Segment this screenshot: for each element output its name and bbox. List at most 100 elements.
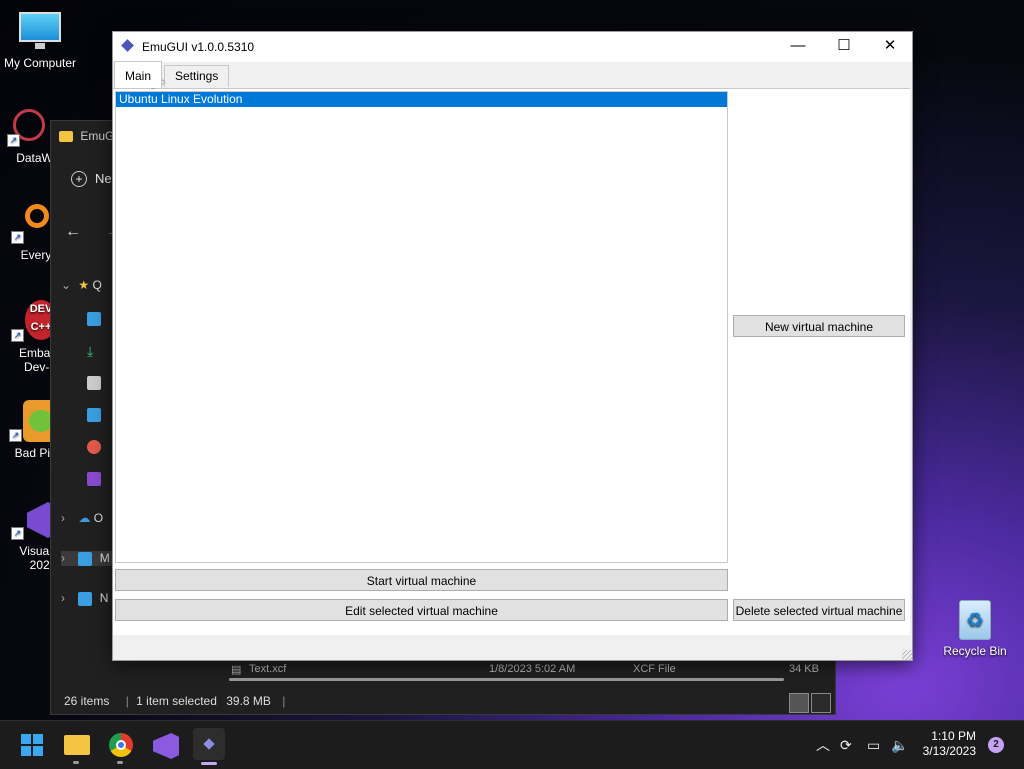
desktop-icon-recycle-bin[interactable]: ♻ Recycle Bin bbox=[935, 598, 1015, 658]
windows-logo-icon bbox=[21, 734, 43, 756]
sidebar-item-desktop[interactable] bbox=[87, 311, 105, 326]
sidebar-item-label: O bbox=[93, 511, 104, 525]
explorer-new-button[interactable]: + Ne bbox=[71, 171, 112, 187]
minimize-icon: — bbox=[790, 37, 806, 54]
recycle-bin-icon: ♻ bbox=[954, 598, 996, 640]
file-type: XCF File bbox=[633, 663, 676, 675]
sidebar-item-videos[interactable] bbox=[87, 471, 105, 486]
chevron-right-icon: › bbox=[61, 511, 65, 525]
maximize-button[interactable]: ☐ bbox=[821, 32, 867, 62]
file-icon: ▤ bbox=[231, 664, 242, 676]
explorer-tab-title[interactable]: EmuG bbox=[59, 129, 114, 143]
shortcut-arrow-icon: ↗ bbox=[11, 527, 24, 540]
folder-icon bbox=[64, 735, 90, 755]
show-hidden-icons[interactable]: ︿ bbox=[816, 721, 830, 769]
shortcut-arrow-icon: ↗ bbox=[9, 429, 22, 442]
computer-icon bbox=[78, 551, 93, 566]
running-indicator bbox=[73, 761, 79, 764]
running-indicator bbox=[117, 761, 123, 764]
devcpp-icon: DEV C++ ↗ bbox=[11, 300, 57, 342]
picture-icon bbox=[87, 407, 101, 422]
volume-tray-icon[interactable]: 🔈 bbox=[891, 721, 908, 769]
document-icon bbox=[87, 375, 101, 390]
monitor-icon bbox=[19, 10, 61, 52]
explorer-status-bar: 26 items | 1 item selected 39.8 MB | bbox=[51, 691, 835, 713]
close-button[interactable]: ✕ bbox=[867, 32, 913, 62]
star-icon: ★ bbox=[78, 278, 90, 292]
desktop-icon-label: Recycle Bin bbox=[943, 644, 1007, 658]
folder-icon bbox=[59, 131, 73, 143]
tiles-view-button[interactable] bbox=[811, 693, 831, 713]
status-selected: 1 item selected bbox=[136, 694, 217, 708]
emugui-window[interactable]: EmuGUI v1.0.0.5310 — ☐ ✕ Main Settings U… bbox=[112, 31, 913, 661]
delete-vm-button[interactable]: Delete selected virtual machine bbox=[733, 599, 905, 621]
sidebar-item-label: Q bbox=[92, 278, 102, 292]
taskbar-emugui[interactable] bbox=[193, 728, 225, 765]
cloud-icon: ☁ bbox=[78, 511, 91, 525]
status-size: 39.8 MB bbox=[226, 694, 271, 708]
visual-studio-icon: ↗ bbox=[11, 498, 57, 540]
sidebar-item-downloads[interactable]: ⤓ bbox=[87, 343, 93, 360]
clock-time: 1:10 PM bbox=[931, 729, 976, 743]
start-vm-button[interactable]: Start virtual machine bbox=[115, 569, 728, 591]
taskbar-file-explorer[interactable] bbox=[60, 728, 92, 764]
bad-piggies-icon: ↗ bbox=[9, 400, 59, 442]
taskbar: ︿ ⟳ ▭ 🔈 1:10 PM 3/13/2023 2 bbox=[0, 720, 1024, 769]
sidebar-item-music[interactable] bbox=[87, 439, 105, 454]
tab-settings[interactable]: Settings bbox=[164, 65, 230, 87]
explorer-new-label: Ne bbox=[95, 171, 112, 186]
status-separator: | bbox=[282, 694, 286, 708]
details-view-button[interactable] bbox=[789, 693, 809, 713]
network-icon: ▭ bbox=[867, 737, 881, 753]
sync-icon: ⟳ bbox=[840, 737, 852, 753]
sidebar-item-network[interactable]: › N bbox=[61, 591, 108, 606]
close-icon: ✕ bbox=[883, 37, 897, 54]
file-size: 34 KB bbox=[789, 663, 819, 675]
shortcut-arrow-icon: ↗ bbox=[11, 231, 24, 244]
shortcut-arrow-icon: ↗ bbox=[11, 329, 24, 342]
clock[interactable]: 1:10 PM 3/13/2023 bbox=[923, 729, 976, 759]
vm-list[interactable]: Ubuntu Linux Evolution bbox=[115, 91, 728, 563]
shortcut-arrow-icon: ↗ bbox=[7, 134, 20, 147]
sync-tray-icon[interactable]: ⟳ bbox=[840, 721, 852, 769]
back-arrow-icon[interactable]: ← bbox=[65, 223, 81, 240]
minimize-button[interactable]: — bbox=[775, 32, 821, 62]
title-bar[interactable]: EmuGUI v1.0.0.5310 — ☐ ✕ bbox=[113, 32, 912, 62]
sidebar-item-pictures[interactable] bbox=[87, 407, 105, 422]
download-icon: ⤓ bbox=[87, 343, 94, 359]
tab-main[interactable]: Main bbox=[114, 61, 163, 88]
start-button[interactable] bbox=[16, 728, 48, 760]
visual-studio-icon bbox=[153, 733, 179, 759]
taskbar-chrome[interactable] bbox=[104, 728, 136, 764]
emugui-icon bbox=[203, 738, 215, 750]
status-separator: | bbox=[125, 694, 129, 708]
edit-vm-button[interactable]: Edit selected virtual machine bbox=[115, 599, 728, 621]
network-tray-icon[interactable]: ▭ bbox=[867, 721, 880, 769]
sidebar-item-label: N bbox=[99, 591, 109, 605]
horizontal-scrollbar[interactable] bbox=[229, 678, 784, 681]
explorer-title-text: EmuG bbox=[80, 129, 115, 143]
clock-date: 3/13/2023 bbox=[922, 744, 976, 758]
maximize-icon: ☐ bbox=[837, 37, 851, 54]
datawag-icon: ↗ bbox=[7, 105, 49, 147]
sidebar-item-onedrive[interactable]: › ☁ O bbox=[61, 511, 103, 525]
desktop-icon-my-computer[interactable]: My Computer bbox=[0, 10, 80, 70]
search-magnifier-icon: ↗ bbox=[11, 202, 53, 244]
window-title: EmuGUI v1.0.0.5310 bbox=[142, 40, 255, 54]
resize-grip[interactable] bbox=[902, 650, 912, 660]
sidebar-item-quick-access[interactable]: ⌄ ★ Q bbox=[61, 278, 102, 292]
chevron-down-icon: ⌄ bbox=[61, 278, 72, 292]
notification-badge[interactable]: 2 bbox=[988, 737, 1004, 753]
new-vm-button[interactable]: New virtual machine bbox=[733, 315, 905, 337]
network-icon bbox=[78, 591, 93, 606]
vm-list-item[interactable]: Ubuntu Linux Evolution bbox=[116, 92, 727, 107]
taskbar-visual-studio[interactable] bbox=[149, 728, 181, 760]
sidebar-item-my-computer[interactable]: › M bbox=[61, 551, 113, 566]
main-tab-pane: Ubuntu Linux Evolution New virtual machi… bbox=[113, 88, 910, 635]
chevron-up-icon: ︿ bbox=[816, 737, 830, 753]
desktop-icon-label: My Computer bbox=[3, 56, 77, 70]
file-name: Text.xcf bbox=[249, 663, 287, 675]
speaker-icon: 🔈 bbox=[891, 737, 909, 753]
desktop: My Computer ↗ DataWag ↗ Everyth DEV C++ ↗… bbox=[0, 0, 1024, 720]
sidebar-item-documents[interactable] bbox=[87, 375, 105, 390]
